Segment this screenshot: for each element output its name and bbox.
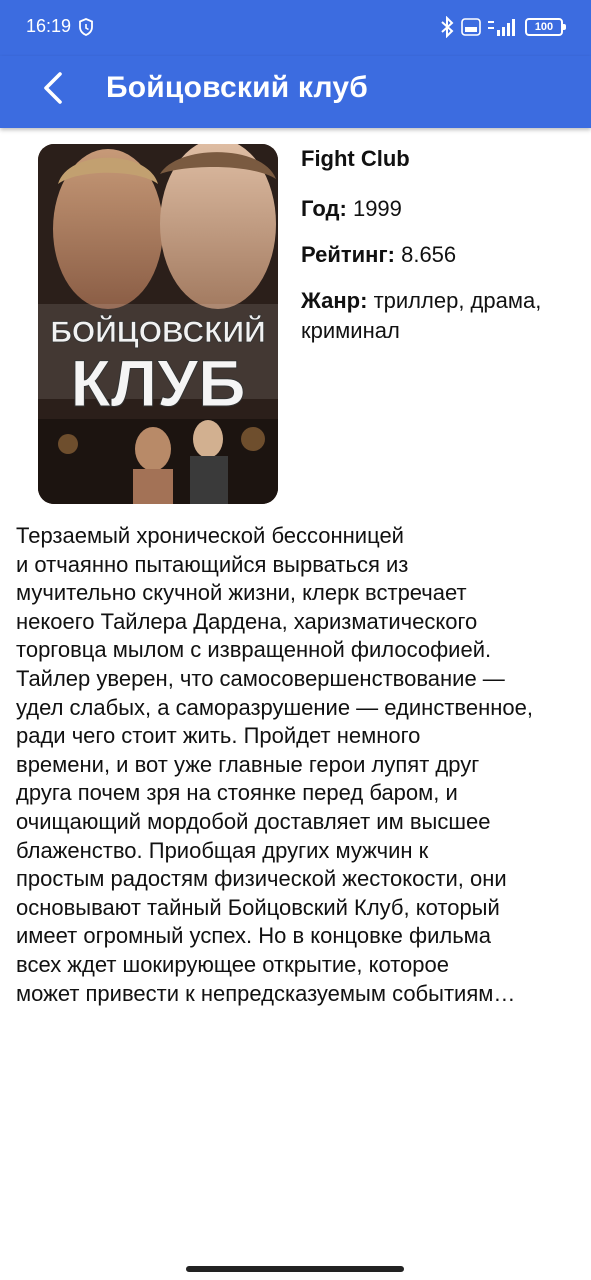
description-line: торговца мылом с извращенной философией. — [16, 637, 492, 663]
description-line: основывают тайный Бойцовский Клуб, котор… — [16, 894, 500, 920]
description-line: может привести к непредсказуемым события… — [16, 980, 516, 1006]
clock-icon — [79, 18, 93, 36]
description-line: всех ждет шокирующее открытие, которое — [16, 951, 449, 977]
genre-row: Жанр: триллер, драма, криминал — [301, 286, 571, 346]
year-row: Год: 1999 — [301, 194, 571, 224]
rating-row: Рейтинг: 8.656 — [301, 240, 571, 270]
page-title: Бойцовский клуб — [106, 71, 368, 104]
movie-info: Fight Club Год: 1999 Рейтинг: 8.656 Жанр… — [301, 146, 571, 346]
movie-description: Терзаемый хронической бессонницей и отча… — [16, 522, 578, 1008]
description-line: мучительно скучной жизни, клерк встречае… — [16, 580, 467, 606]
bluetooth-icon — [441, 16, 454, 38]
rating-value: 8.656 — [401, 242, 457, 267]
back-arrow-icon — [44, 72, 62, 104]
status-bar: 16:19 100 — [0, 0, 591, 56]
app-bar: Бойцовский клуб — [0, 56, 591, 128]
description-line: времени, и вот уже главные герои лупят д… — [16, 751, 480, 777]
status-time: 16:19 — [26, 16, 72, 36]
description-line: Тайлер уверен, что самосовершенствование… — [16, 665, 505, 691]
status-icons: 100 — [439, 14, 566, 40]
description-line: простым радостям физической жестокости, … — [16, 866, 507, 892]
rating-label: Рейтинг: — [301, 242, 395, 267]
description-line: имеет огромный успех. Но в концовке филь… — [16, 923, 492, 949]
movie-poster: БОЙЦОВСКИЙ КЛУБ — [38, 144, 278, 504]
battery-icon: 100 — [525, 18, 566, 36]
description-line: некоего Тайлера Дардена, харизматическог… — [16, 608, 478, 634]
year-value: 1999 — [352, 196, 402, 221]
description-line: ради чего стоит жить. Пройдет немного — [16, 723, 421, 749]
description-line: друга почем зря на стоянке перед баром, … — [16, 780, 458, 806]
description-line: удел слабых, а саморазрушение — единстве… — [16, 694, 533, 720]
poster-title-line2: КЛУБ — [70, 346, 245, 420]
signal-icon — [488, 19, 515, 36]
description-line: очищающий мордобой доставляет им высшее — [16, 808, 491, 834]
description-line: блаженство. Приобщая других мужчин к — [16, 837, 429, 863]
gesture-nav-handle[interactable] — [186, 1266, 404, 1272]
original-title: Fight Club — [301, 146, 410, 171]
volte-icon — [461, 18, 481, 36]
description-line: и отчаянно пытающийся вырваться из — [16, 551, 409, 577]
description-line: Терзаемый хронической бессонницей — [16, 523, 404, 548]
genre-label: Жанр: — [301, 288, 368, 313]
back-button[interactable] — [34, 66, 78, 110]
poster-title-line1: БОЙЦОВСКИЙ — [50, 315, 265, 349]
year-label: Год: — [301, 196, 347, 221]
